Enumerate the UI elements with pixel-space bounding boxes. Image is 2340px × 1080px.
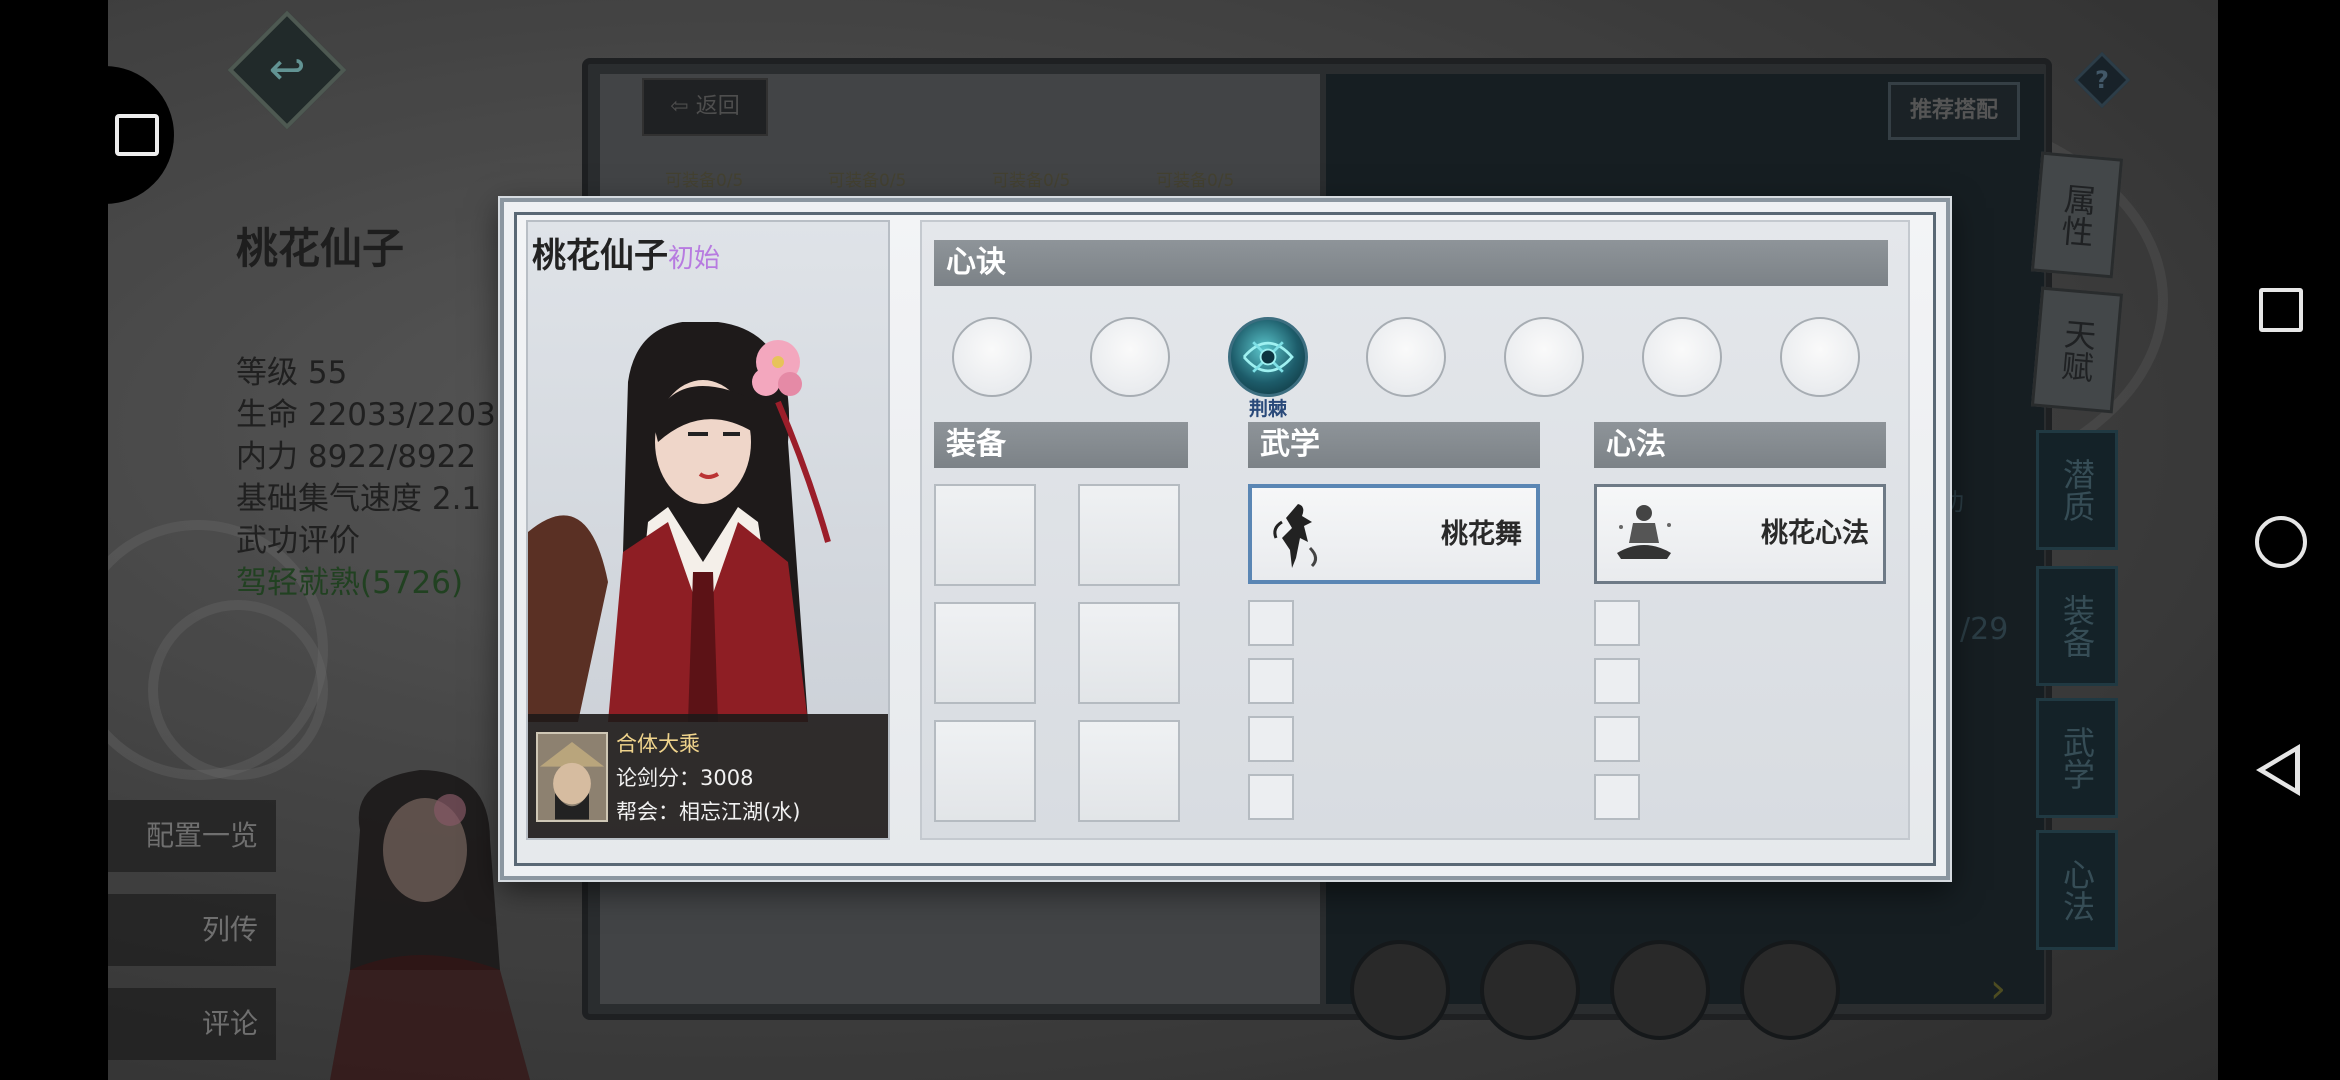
player-guild: 帮会：相忘江湖(水) (616, 800, 801, 824)
screenshot-icon (115, 114, 159, 156)
player-avatar[interactable] (536, 732, 608, 822)
xinfa-sub-slot[interactable] (1594, 774, 1640, 820)
xinjue-slot-label: 荆棘 (1248, 398, 1287, 420)
xinjue-slot-thorns[interactable] (1228, 317, 1308, 397)
dancer-silhouette-icon (1273, 504, 1317, 568)
equipment-slot[interactable] (934, 602, 1036, 704)
character-detail-popup: 桃花仙子初始 合体大乘 论剑分：3008 帮会：相忘江湖(水) 心诀 荆棘 装备… (500, 198, 1950, 880)
equipment-slot[interactable] (1078, 602, 1180, 704)
xinjue-slot[interactable] (1780, 317, 1860, 397)
character-name-text: 桃花仙子 (532, 236, 668, 276)
popup-character-name: 桃花仙子初始 (532, 228, 720, 277)
equipment-slot[interactable] (1078, 484, 1180, 586)
xinfa-sub-slot[interactable] (1594, 716, 1640, 762)
player-info-box: 合体大乘 论剑分：3008 帮会：相忘江湖(水) (528, 714, 888, 838)
xinfa-skill-card[interactable]: 桃花心法 (1594, 484, 1886, 584)
loadout-panel: 心诀 荆棘 装备 武学 心法 桃花舞 桃花心法 (920, 220, 1910, 840)
martial-skill-card[interactable]: 桃花舞 (1248, 484, 1540, 584)
equipment-slot[interactable] (934, 720, 1036, 822)
martial-sub-slot[interactable] (1248, 774, 1294, 820)
thorns-icon (1242, 341, 1294, 373)
portrait-panel: 桃花仙子初始 合体大乘 论剑分：3008 帮会：相忘江湖(水) (526, 220, 890, 840)
recents-button[interactable] (2259, 288, 2303, 332)
martial-skill-name: 桃花舞 (1441, 519, 1522, 550)
martial-sub-slot[interactable] (1248, 716, 1294, 762)
back-nav-button[interactable] (2256, 744, 2300, 796)
xinjue-slot[interactable] (1090, 317, 1170, 397)
meditating-figure-icon (1617, 505, 1671, 559)
martial-header: 武学 (1248, 422, 1540, 468)
xinfa-header: 心法 (1594, 422, 1886, 468)
character-portrait (528, 322, 831, 722)
player-realm: 合体大乘 (616, 732, 700, 756)
xinfa-sub-slot[interactable] (1594, 658, 1640, 704)
character-tag: 初始 (668, 244, 721, 274)
martial-sub-slot[interactable] (1248, 600, 1294, 646)
xinjue-slot[interactable] (1642, 317, 1722, 397)
equipment-header: 装备 (934, 422, 1188, 468)
equipment-slot[interactable] (934, 484, 1036, 586)
xinfa-sub-slot[interactable] (1594, 600, 1640, 646)
xinjue-slot[interactable] (952, 317, 1032, 397)
game-screen: ↩ 桃花仙子 等级 55 生命 22033/22033 内力 8922/8922… (0, 0, 2340, 1080)
player-score: 论剑分：3008 (616, 766, 754, 790)
xinjue-slot[interactable] (1504, 317, 1584, 397)
xinfa-skill-name: 桃花心法 (1761, 518, 1869, 549)
equipment-slot[interactable] (1078, 720, 1180, 822)
martial-sub-slot[interactable] (1248, 658, 1294, 704)
xinjue-header: 心诀 (934, 240, 1888, 286)
home-button[interactable] (2255, 516, 2307, 568)
xinjue-slot[interactable] (1366, 317, 1446, 397)
